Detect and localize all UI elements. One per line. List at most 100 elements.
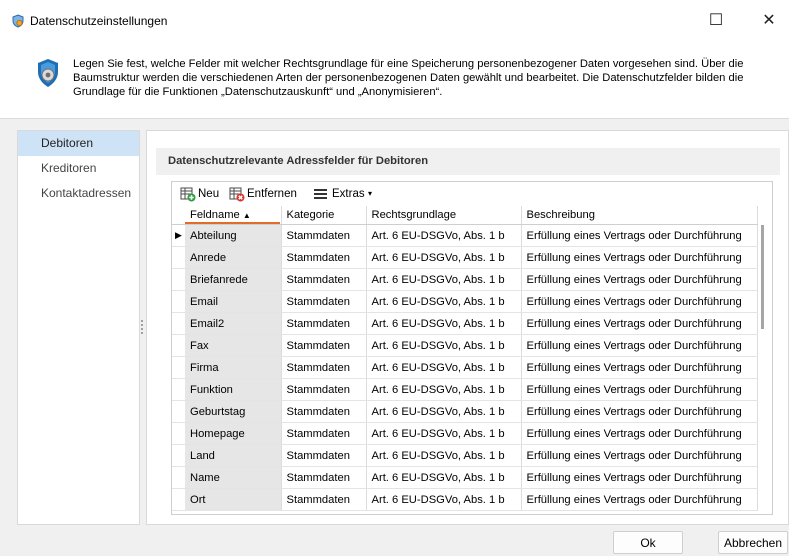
table-header-row: Feldname ▲ Kategorie Rechtsgrundlage Bes… bbox=[172, 206, 758, 225]
sort-indicator bbox=[185, 222, 280, 224]
new-button[interactable]: Neu bbox=[180, 186, 224, 202]
column-header-feldname[interactable]: Feldname ▲ bbox=[185, 206, 282, 225]
cell-rechtsgrundlage[interactable]: Art. 6 EU-DSGVo, Abs. 1 b bbox=[366, 378, 522, 401]
window-title: Datenschutzeinstellungen bbox=[30, 14, 168, 28]
cell-feldname[interactable]: Land bbox=[185, 444, 282, 467]
table-row[interactable]: Funktion Stammdaten Art. 6 EU-DSGVo, Abs. … bbox=[172, 378, 758, 401]
cell-feldname[interactable]: Fax bbox=[185, 334, 282, 357]
cell-rechtsgrundlage[interactable]: Art. 6 EU-DSGVo, Abs. 1 b bbox=[366, 356, 522, 379]
column-header-rechtsgrundlage[interactable]: Rechtsgrundlage bbox=[366, 206, 522, 225]
ok-button[interactable]: Ok bbox=[613, 531, 683, 554]
cell-rechtsgrundlage[interactable]: Art. 6 EU-DSGVo, Abs. 1 b bbox=[366, 246, 522, 269]
delete-row-icon bbox=[229, 186, 245, 202]
table-row[interactable]: Email Stammdaten Art. 6 EU-DSGVo, Abs. 1 b… bbox=[172, 290, 758, 313]
cell-feldname[interactable]: Email2 bbox=[185, 312, 282, 335]
splitter-handle[interactable] bbox=[139, 318, 145, 338]
table-row[interactable]: Firma Stammdaten Art. 6 EU-DSGVo, Abs. 1 b… bbox=[172, 356, 758, 379]
cell-beschreibung[interactable]: Erfüllung eines Vertrags oder Durchführu… bbox=[521, 466, 758, 489]
cell-feldname[interactable]: Geburtstag bbox=[185, 400, 282, 423]
cell-feldname[interactable]: Ort bbox=[185, 488, 282, 511]
cell-kategorie[interactable]: Stammdaten bbox=[281, 224, 367, 247]
cell-rechtsgrundlage[interactable]: Art. 6 EU-DSGVo, Abs. 1 b bbox=[366, 224, 522, 247]
cell-beschreibung[interactable]: Erfüllung eines Vertrags oder Durchführu… bbox=[521, 312, 758, 335]
cell-kategorie[interactable]: Stammdaten bbox=[281, 246, 367, 269]
cell-beschreibung[interactable]: Erfüllung eines Vertrags oder Durchführu… bbox=[521, 378, 758, 401]
extras-menu-button[interactable]: Extras ▾ bbox=[313, 186, 375, 202]
cell-rechtsgrundlage[interactable]: Art. 6 EU-DSGVo, Abs. 1 b bbox=[366, 422, 522, 445]
info-panel: Legen Sie fest, welche Felder mit welche… bbox=[0, 40, 789, 119]
cell-kategorie[interactable]: Stammdaten bbox=[281, 422, 367, 445]
nav-item-kontaktadressen[interactable]: Kontaktadressen bbox=[18, 181, 139, 206]
info-text: Legen Sie fest, welche Felder mit welche… bbox=[73, 58, 744, 98]
current-row-icon: ▶ bbox=[172, 224, 185, 247]
cell-beschreibung[interactable]: Erfüllung eines Vertrags oder Durchführu… bbox=[521, 444, 758, 467]
cell-beschreibung[interactable]: Erfüllung eines Vertrags oder Durchführu… bbox=[521, 268, 758, 291]
table-row[interactable]: Name Stammdaten Art. 6 EU-DSGVo, Abs. 1 bE… bbox=[172, 466, 758, 489]
cell-beschreibung[interactable]: Erfüllung eines Vertrags oder Durchführu… bbox=[521, 488, 758, 511]
cell-feldname[interactable]: Firma bbox=[185, 356, 282, 379]
cell-kategorie[interactable]: Stammdaten bbox=[281, 378, 367, 401]
cell-rechtsgrundlage[interactable]: Art. 6 EU-DSGVo, Abs. 1 b bbox=[366, 334, 522, 357]
cell-kategorie[interactable]: Stammdaten bbox=[281, 400, 367, 423]
cell-rechtsgrundlage[interactable]: Art. 6 EU-DSGVo, Abs. 1 b bbox=[366, 312, 522, 335]
table-row[interactable]: Land Stammdaten Art. 6 EU-DSGVo, Abs. 1 bE… bbox=[172, 444, 758, 467]
cell-rechtsgrundlage[interactable]: Art. 6 EU-DSGVo, Abs. 1 b bbox=[366, 290, 522, 313]
cell-rechtsgrundlage[interactable]: Art. 6 EU-DSGVo, Abs. 1 b bbox=[366, 444, 522, 467]
cell-feldname[interactable]: Name bbox=[185, 466, 282, 489]
column-header-kategorie[interactable]: Kategorie bbox=[281, 206, 367, 225]
close-button[interactable]: ✕ bbox=[749, 6, 789, 36]
new-label: Neu bbox=[198, 188, 220, 200]
cell-beschreibung[interactable]: Erfüllung eines Vertrags oder Durchführu… bbox=[521, 290, 758, 313]
table-row[interactable]: ▶ Abteilung Stammdaten Art. 6 EU-DSGVo, Abs… bbox=[172, 224, 758, 247]
column-header-beschreibung[interactable]: Beschreibung bbox=[521, 206, 758, 225]
column-header-label: Feldname bbox=[190, 209, 240, 221]
cell-beschreibung[interactable]: Erfüllung eines Vertrags oder Durchführu… bbox=[521, 246, 758, 269]
table-row[interactable]: Email2 Stammdaten Art. 6 EU-DSGVo, Abs. 1 … bbox=[172, 312, 758, 335]
cell-kategorie[interactable]: Stammdaten bbox=[281, 444, 367, 467]
chevron-down-icon: ▾ bbox=[368, 189, 373, 198]
scrollbar-thumb[interactable] bbox=[761, 225, 764, 329]
cell-beschreibung[interactable]: Erfüllung eines Vertrags oder Durchführu… bbox=[521, 334, 758, 357]
cell-kategorie[interactable]: Stammdaten bbox=[281, 466, 367, 489]
cancel-button[interactable]: Abbrechen bbox=[718, 531, 788, 554]
cell-rechtsgrundlage[interactable]: Art. 6 EU-DSGVo, Abs. 1 b bbox=[366, 268, 522, 291]
table-row[interactable]: Briefanrede Stammdaten Art. 6 EU-DSGVo, Ab… bbox=[172, 268, 758, 291]
cell-kategorie[interactable]: Stammdaten bbox=[281, 488, 367, 511]
cell-feldname[interactable]: Anrede bbox=[185, 246, 282, 269]
cell-kategorie[interactable]: Stammdaten bbox=[281, 290, 367, 313]
cell-rechtsgrundlage[interactable]: Art. 6 EU-DSGVo, Abs. 1 b bbox=[366, 488, 522, 511]
table-row[interactable]: Homepage Stammdaten Art. 6 EU-DSGVo, Abs. … bbox=[172, 422, 758, 445]
cell-kategorie[interactable]: Stammdaten bbox=[281, 334, 367, 357]
cell-beschreibung[interactable]: Erfüllung eines Vertrags oder Durchführu… bbox=[521, 400, 758, 423]
table-row[interactable]: Fax Stammdaten Art. 6 EU-DSGVo, Abs. 1 b Er… bbox=[172, 334, 758, 357]
cell-feldname[interactable]: Email bbox=[185, 290, 282, 313]
remove-button[interactable]: Entfernen bbox=[229, 186, 309, 202]
fields-table: Feldname ▲ Kategorie Rechtsgrundlage Bes… bbox=[172, 206, 758, 511]
cell-feldname[interactable]: Funktion bbox=[185, 378, 282, 401]
cell-kategorie[interactable]: Stammdaten bbox=[281, 356, 367, 379]
table-row[interactable]: Geburtstag Stammdaten Art. 6 EU-DSGVo, Abs… bbox=[172, 400, 758, 423]
cell-feldname[interactable]: Abteilung bbox=[185, 224, 282, 247]
cell-beschreibung[interactable]: Erfüllung eines Vertrags oder Durchführu… bbox=[521, 224, 758, 247]
menu-icon bbox=[313, 186, 329, 202]
cell-kategorie[interactable]: Stammdaten bbox=[281, 312, 367, 335]
extras-label: Extras bbox=[332, 188, 365, 200]
sort-ascending-icon: ▲ bbox=[242, 211, 251, 220]
nav-item-kreditoren[interactable]: Kreditoren bbox=[18, 156, 139, 181]
cell-feldname[interactable]: Briefanrede bbox=[185, 268, 282, 291]
cell-beschreibung[interactable]: Erfüllung eines Vertrags oder Durchführu… bbox=[521, 422, 758, 445]
shield-gear-icon bbox=[11, 14, 25, 28]
shield-gear-icon bbox=[36, 58, 60, 91]
cell-beschreibung[interactable]: Erfüllung eines Vertrags oder Durchführu… bbox=[521, 356, 758, 379]
cell-rechtsgrundlage[interactable]: Art. 6 EU-DSGVo, Abs. 1 b bbox=[366, 400, 522, 423]
vertical-scrollbar[interactable] bbox=[758, 225, 764, 513]
nav-item-debitoren[interactable]: Debitoren bbox=[18, 131, 139, 156]
cell-rechtsgrundlage[interactable]: Art. 6 EU-DSGVo, Abs. 1 b bbox=[366, 466, 522, 489]
maximize-button[interactable]: ☐ bbox=[696, 6, 736, 36]
cell-kategorie[interactable]: Stammdaten bbox=[281, 268, 367, 291]
table-row[interactable]: Anrede Stammdaten Art. 6 EU-DSGVo, Abs. 1 … bbox=[172, 246, 758, 269]
add-row-icon bbox=[180, 186, 196, 202]
table-row[interactable]: Ort Stammdaten Art. 6 EU-DSGVo, Abs. 1 b Er… bbox=[172, 488, 758, 511]
cell-feldname[interactable]: Homepage bbox=[185, 422, 282, 445]
section-title: Datenschutzrelevante Adressfelder für De… bbox=[156, 148, 780, 175]
